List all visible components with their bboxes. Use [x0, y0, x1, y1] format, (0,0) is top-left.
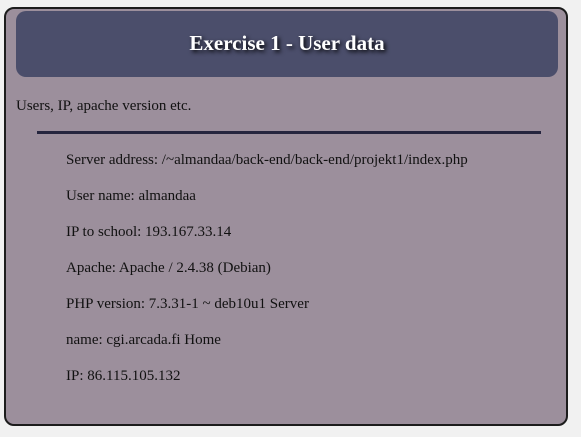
- page-header: Exercise 1 - User data: [16, 11, 558, 77]
- user-ip-item: IP: 86.115.105.132: [66, 368, 181, 384]
- server-address-item: Server address: /~almandaa/back-end/back…: [66, 152, 468, 168]
- page-subtitle: Users, IP, apache version etc.: [16, 98, 192, 114]
- apache-version-item: Apache: Apache / 2.4.38 (Debian): [66, 260, 271, 276]
- host-name-item: name: cgi.arcada.fi Home: [66, 332, 221, 348]
- user-name-item: User name: almandaa: [66, 188, 196, 204]
- content-panel: Exercise 1 - User data Users, IP, apache…: [4, 7, 568, 426]
- school-ip-item: IP to school: 193.167.33.14: [66, 224, 232, 240]
- user-info-list: Server address: /~almandaa/back-end/back…: [66, 151, 468, 403]
- page-title: Exercise 1 - User data: [189, 30, 385, 55]
- divider: [37, 131, 541, 134]
- php-version-item: PHP version: 7.3.31-1 ~ deb10u1 Server: [66, 296, 309, 312]
